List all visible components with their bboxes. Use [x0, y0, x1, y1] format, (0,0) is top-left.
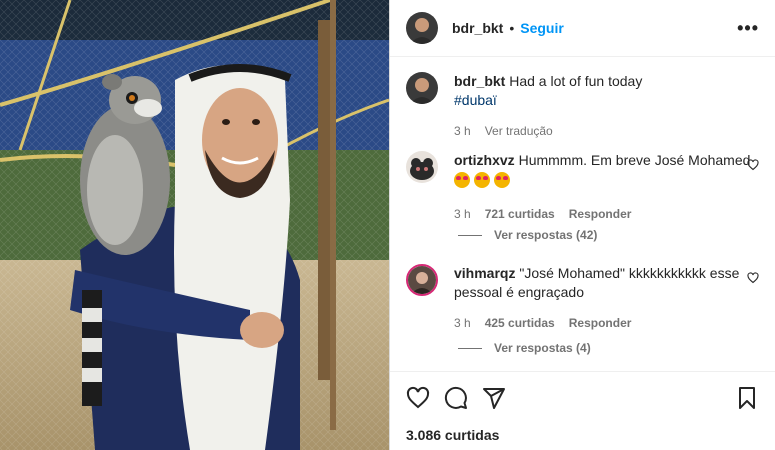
post-likes-count[interactable]: 3.086 curtidas: [406, 427, 499, 443]
caption-avatar[interactable]: [406, 72, 438, 104]
follow-button[interactable]: Seguir: [520, 20, 564, 36]
translate-link[interactable]: Ver tradução: [485, 122, 553, 141]
caption-meta: 3 h Ver tradução: [454, 122, 759, 141]
view-replies-label: Ver respostas (4): [494, 341, 591, 355]
comment-row: vihmarqz "José Mohamed" kkkkkkkkkkk esse…: [406, 264, 759, 333]
comment-time: 3 h: [454, 316, 471, 330]
heart-eyes-emoji: [454, 172, 470, 188]
bookmark-icon[interactable]: [735, 386, 759, 410]
view-replies-button[interactable]: Ver respostas (4): [458, 341, 591, 355]
heart-eyes-emoji-group: [454, 172, 510, 188]
comment-like-heart-icon[interactable]: [747, 272, 759, 284]
comment-text-block: ortizhxvz Hummmm. Em breve José Mohamed …: [454, 151, 759, 224]
heart-eyes-emoji: [474, 172, 490, 188]
replies-divider: [458, 347, 482, 349]
action-icons-bar: [406, 386, 759, 410]
reply-button[interactable]: Responder: [569, 205, 632, 224]
commenter-avatar[interactable]: [406, 264, 438, 296]
more-icon[interactable]: •••: [737, 18, 759, 39]
heart-icon[interactable]: [406, 386, 430, 410]
comment-like-heart-icon[interactable]: [747, 159, 759, 171]
comment-likes[interactable]: 721 curtidas: [485, 205, 555, 224]
comment-username[interactable]: ortizhxvz: [454, 152, 515, 168]
caption-row: bdr_bkt Had a lot of fun today #dubaï 3 …: [406, 72, 759, 141]
photo-image: [0, 0, 389, 450]
comment-text-block: vihmarqz "José Mohamed" kkkkkkkkkkk esse…: [454, 264, 759, 333]
comment-likes[interactable]: 425 curtidas: [485, 314, 555, 333]
share-icon[interactable]: [482, 386, 506, 410]
post-header: bdr_bkt • Seguir •••: [390, 0, 775, 57]
caption-text-block: bdr_bkt Had a lot of fun today #dubaï 3 …: [454, 72, 759, 141]
caption-text: Had a lot of fun today: [509, 73, 643, 89]
author-avatar[interactable]: [406, 12, 438, 44]
post-actions: 3.086 curtidas . . .: [390, 371, 775, 450]
comment-time: 3 h: [454, 207, 471, 221]
comment-meta: 3 h 721 curtidas Responder: [454, 205, 759, 224]
separator-dot: •: [509, 20, 515, 36]
view-replies-label: Ver respostas (42): [494, 228, 598, 242]
comment-username[interactable]: vihmarqz: [454, 265, 515, 281]
comments-list[interactable]: bdr_bkt Had a lot of fun today #dubaï 3 …: [390, 58, 775, 370]
caption-username[interactable]: bdr_bkt: [454, 73, 505, 89]
hashtag-link[interactable]: #dubaï: [454, 91, 759, 110]
commenter-avatar[interactable]: [406, 151, 438, 183]
caption-time: 3 h: [454, 124, 471, 138]
reply-button[interactable]: Responder: [569, 314, 632, 333]
comment-icon[interactable]: [444, 386, 468, 410]
author-username[interactable]: bdr_bkt: [452, 20, 503, 36]
heart-eyes-emoji: [494, 172, 510, 188]
replies-divider: [458, 234, 482, 236]
post-photo[interactable]: [0, 0, 389, 450]
view-replies-button[interactable]: Ver respostas (42): [458, 228, 597, 242]
comment-text: Hummmm. Em breve José Mohamed: [518, 152, 751, 168]
post-side-panel: bdr_bkt • Seguir ••• bdr_bkt Had a lot o…: [389, 0, 775, 450]
comment-row: ortizhxvz Hummmm. Em breve José Mohamed …: [406, 151, 759, 224]
comment-meta: 3 h 425 curtidas Responder: [454, 314, 759, 333]
